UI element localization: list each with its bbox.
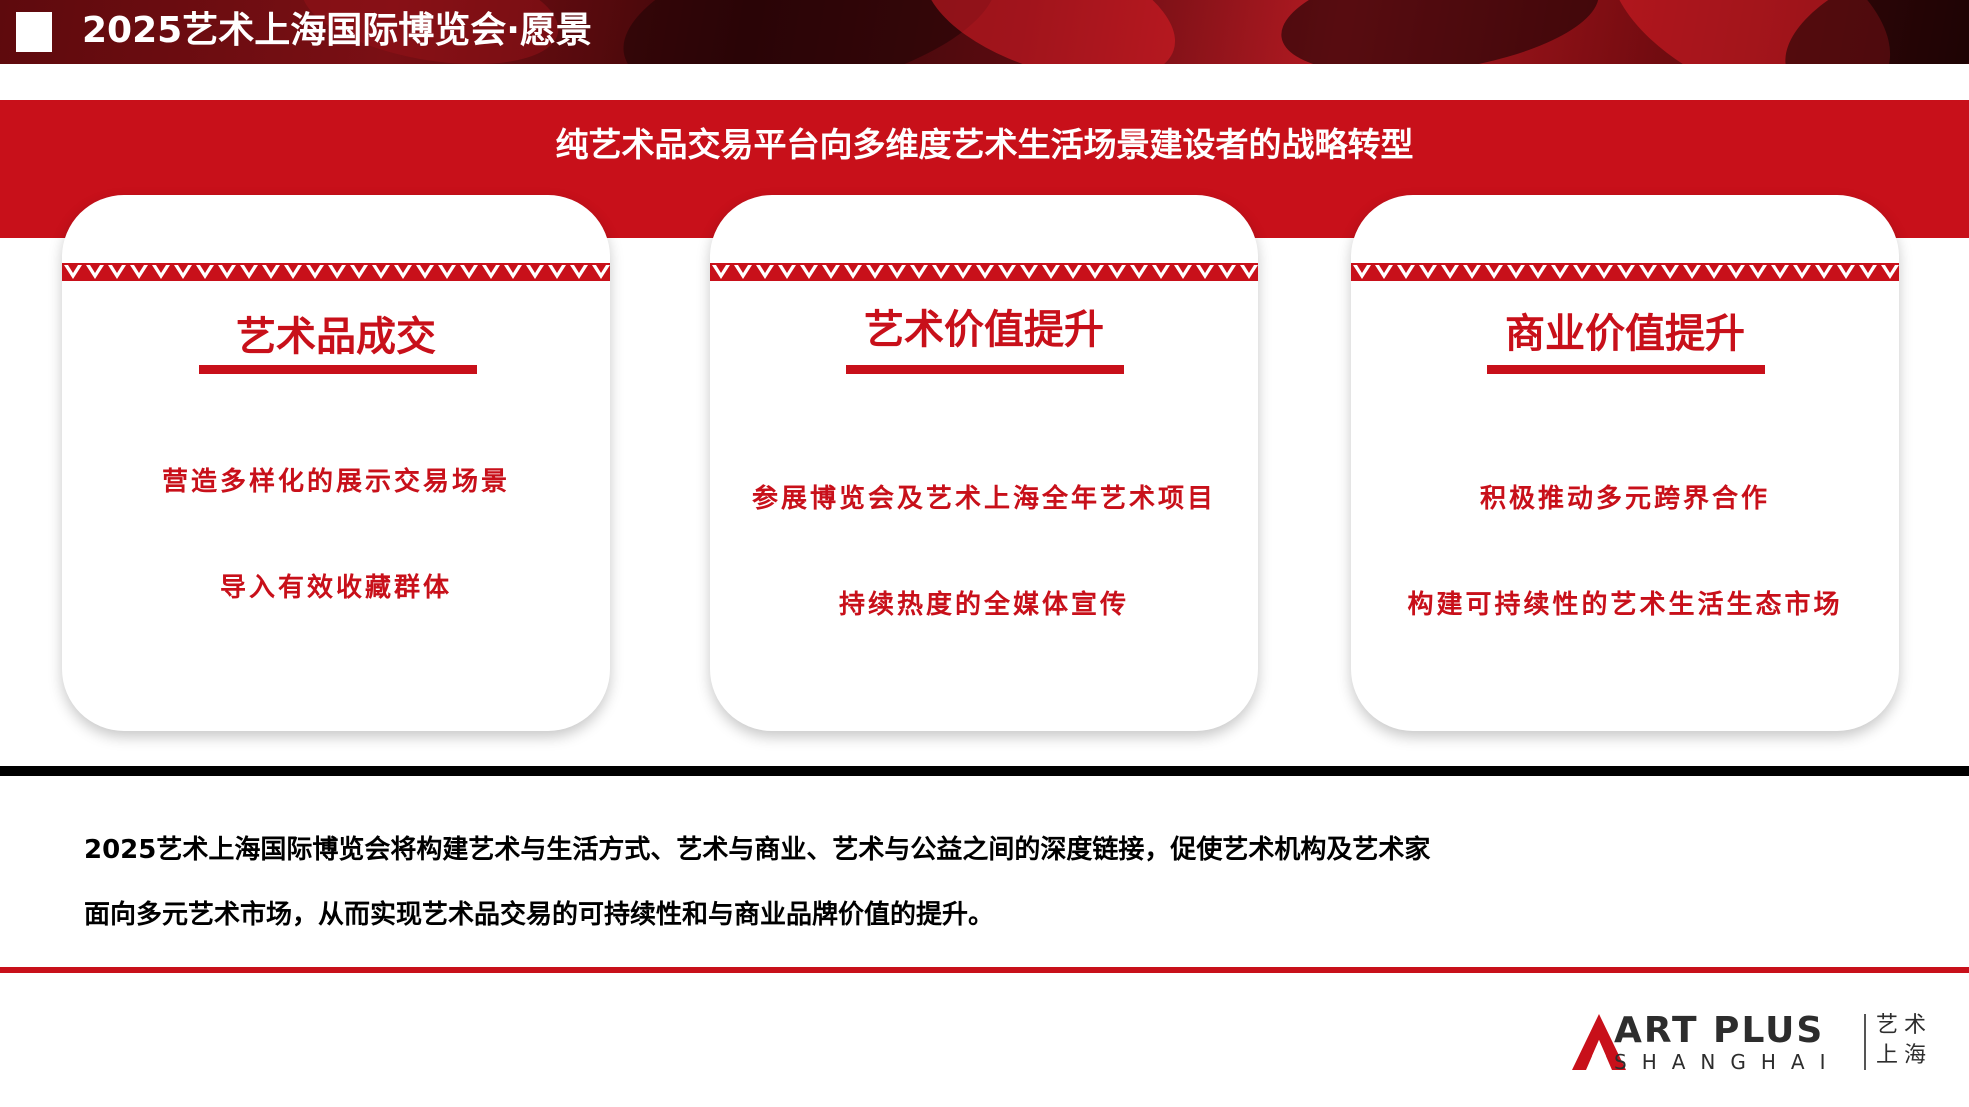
zigzag-pattern-icon xyxy=(1351,263,1899,281)
footer-divider xyxy=(0,967,1969,973)
card-item: 导入有效收藏群体 xyxy=(219,573,452,603)
logo-name: ART PLUS xyxy=(1614,1010,1825,1051)
header-decoration xyxy=(1273,0,1607,64)
page-title: 2025艺术上海国际博览会·愿景 xyxy=(82,10,592,51)
card-title-underline xyxy=(199,365,477,374)
card-item: 参展博览会及艺术上海全年艺术项目 xyxy=(751,484,1216,514)
section-divider xyxy=(0,766,1969,776)
card-item: 积极推动多元跨界合作 xyxy=(1479,484,1770,514)
header-banner: 2025艺术上海国际博览会·愿景 xyxy=(0,0,1969,64)
description-line-2: 面向多元艺术市场，从而实现艺术品交易的可持续性和与商业品牌价值的提升。 xyxy=(84,900,995,930)
card-item: 持续热度的全媒体宣传 xyxy=(838,590,1129,620)
card-title: 艺术品成交 xyxy=(236,314,436,360)
logo-cn-line-2: 上海 xyxy=(1876,1043,1933,1068)
card-title: 艺术价值提升 xyxy=(864,307,1104,353)
logo-cn-line-1: 艺术 xyxy=(1876,1013,1933,1038)
card-item: 构建可持续性的艺术生活生态市场 xyxy=(1407,590,1843,620)
zigzag-pattern-icon xyxy=(62,263,610,281)
strategy-title: 纯艺术品交易平台向多维度艺术生活场景建设者的战略转型 xyxy=(555,125,1414,164)
card-title-underline xyxy=(1487,365,1765,374)
card-title: 商业价值提升 xyxy=(1505,311,1745,357)
header-square-marker xyxy=(16,12,52,52)
logo-divider xyxy=(1864,1014,1866,1070)
description-line-1: 2025艺术上海国际博览会将构建艺术与生活方式、艺术与商业、艺术与公益之间的深度… xyxy=(84,835,1431,865)
vision-card-commercial-value: 商业价值提升 积极推动多元跨界合作 构建可持续性的艺术生活生态市场 xyxy=(1351,195,1899,731)
logo-city: SHANGHAI xyxy=(1614,1050,1841,1074)
card-title-underline xyxy=(846,365,1124,374)
vision-card-art-transaction: 艺术品成交 营造多样化的展示交易场景 导入有效收藏群体 xyxy=(62,195,610,731)
vision-card-art-value: 艺术价值提升 参展博览会及艺术上海全年艺术项目 持续热度的全媒体宣传 xyxy=(710,195,1258,731)
card-item: 营造多样化的展示交易场景 xyxy=(161,467,510,497)
zigzag-pattern-icon xyxy=(710,263,1258,281)
